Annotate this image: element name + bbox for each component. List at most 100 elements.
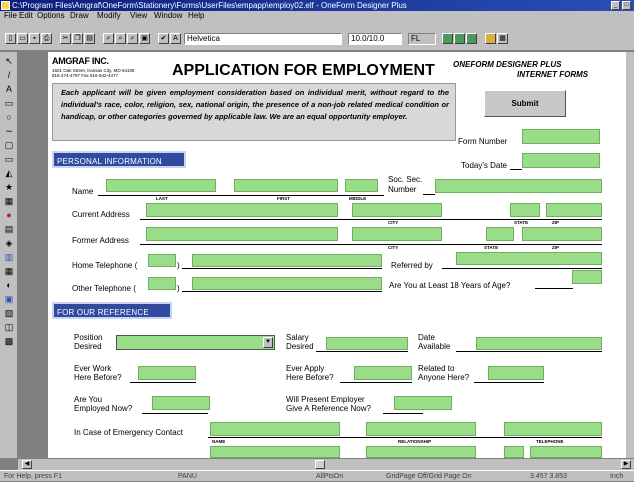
minimize-button[interactable]: _ bbox=[611, 1, 620, 10]
zoom-in-icon[interactable]: ⌕ bbox=[103, 33, 114, 44]
menu-file[interactable]: File bbox=[4, 11, 17, 21]
employed-field[interactable] bbox=[152, 396, 210, 410]
emergency-relationship-field[interactable] bbox=[366, 422, 476, 436]
rounded-rect-tool-icon[interactable]: ▢ bbox=[2, 138, 16, 152]
current-state-field[interactable] bbox=[510, 203, 540, 217]
open-folder-icon[interactable]: ▭ bbox=[17, 33, 28, 44]
menu-view[interactable]: View bbox=[130, 11, 147, 21]
scroll-right-arrow-icon[interactable]: ▶ bbox=[621, 460, 631, 469]
cut-icon[interactable]: ✂ bbox=[60, 33, 71, 44]
curve-tool-icon[interactable]: ∼ bbox=[2, 124, 16, 138]
bars-icon[interactable] bbox=[485, 33, 496, 44]
submit-button[interactable]: Submit bbox=[484, 90, 566, 117]
pattern-tool-icon[interactable]: ▧ bbox=[2, 306, 16, 320]
layer-tool-icon[interactable]: ◫ bbox=[2, 320, 16, 334]
spell-check-icon[interactable]: ✔ bbox=[158, 33, 169, 44]
date-available-field[interactable] bbox=[476, 337, 602, 350]
menu-modify[interactable]: Modify bbox=[97, 11, 121, 21]
menu-draw[interactable]: Draw bbox=[70, 11, 89, 21]
frame-tool-icon[interactable]: ▭ bbox=[2, 152, 16, 166]
present-employer-field[interactable] bbox=[394, 396, 452, 410]
maximize-button[interactable]: □ bbox=[622, 1, 631, 10]
middle-caption: MIDDLE bbox=[349, 196, 367, 201]
shape-tool-icon[interactable]: ◈ bbox=[2, 236, 16, 250]
first-name-field[interactable] bbox=[234, 179, 338, 192]
grid-icon[interactable]: ▦ bbox=[497, 33, 508, 44]
ssn-field[interactable] bbox=[435, 179, 602, 193]
home-telephone-field[interactable] bbox=[192, 254, 382, 267]
font-name-field[interactable]: Helvetica bbox=[184, 33, 342, 45]
star-tool-icon[interactable]: ★ bbox=[2, 180, 16, 194]
todays-date-field[interactable] bbox=[522, 153, 600, 168]
home-area-code-field[interactable] bbox=[148, 254, 176, 267]
salary-field[interactable] bbox=[326, 337, 408, 350]
emergency-contact-label: In Case of Emergency Contact bbox=[74, 428, 183, 437]
former-state-field[interactable] bbox=[486, 227, 514, 241]
select-tool-icon[interactable]: ↖ bbox=[2, 54, 16, 68]
form-number-field[interactable] bbox=[522, 129, 600, 144]
other-telephone-field[interactable] bbox=[192, 277, 382, 290]
referred-by-field[interactable] bbox=[456, 252, 602, 265]
paste-icon[interactable]: ▤ bbox=[84, 33, 95, 44]
polygon-tool-icon[interactable]: ◭ bbox=[2, 166, 16, 180]
last-name-field[interactable] bbox=[106, 179, 216, 192]
text-tool-icon[interactable]: A bbox=[170, 33, 181, 44]
list-tool-icon[interactable]: ▥ bbox=[2, 250, 16, 264]
ellipse-tool-icon[interactable]: ○ bbox=[2, 110, 16, 124]
middle-name-field[interactable] bbox=[345, 179, 378, 192]
current-street-field[interactable] bbox=[146, 203, 338, 217]
save-icon[interactable]: ▪ bbox=[29, 33, 40, 44]
align-left-icon[interactable] bbox=[442, 33, 453, 44]
alignment-field[interactable]: FL bbox=[408, 33, 436, 45]
scroll-left-arrow-icon[interactable]: ◀ bbox=[22, 460, 32, 469]
former-zip-field[interactable] bbox=[522, 227, 602, 241]
zoom-out-icon[interactable]: ⌕ bbox=[115, 33, 126, 44]
new-document-icon[interactable]: ▯ bbox=[5, 33, 16, 44]
align-right-icon[interactable] bbox=[466, 33, 477, 44]
related-field[interactable] bbox=[488, 366, 544, 380]
other-area-code-field[interactable] bbox=[148, 277, 176, 290]
table-tool-icon[interactable]: ▦ bbox=[2, 194, 16, 208]
print-icon[interactable]: ⎙ bbox=[41, 33, 52, 44]
ever-apply-field[interactable] bbox=[354, 366, 412, 380]
radio-tool-icon[interactable]: ● bbox=[2, 208, 16, 222]
menu-edit[interactable]: Edit bbox=[19, 11, 33, 21]
current-city-field[interactable] bbox=[352, 203, 442, 217]
text-tool-icon[interactable]: A bbox=[2, 82, 16, 96]
horizontal-scrollbar[interactable]: ◀ ▶ bbox=[18, 458, 634, 470]
position-select[interactable]: ▼ bbox=[116, 335, 275, 350]
menu-help[interactable]: Help bbox=[188, 11, 204, 21]
app-icon[interactable] bbox=[1, 1, 10, 10]
todays-date-underline bbox=[510, 169, 522, 170]
menu-window[interactable]: Window bbox=[154, 11, 182, 21]
zoom-fit-icon[interactable]: ▣ bbox=[139, 33, 150, 44]
field-tool-icon[interactable]: ▦ bbox=[2, 264, 16, 278]
barcode-tool-icon[interactable]: ▤ bbox=[2, 222, 16, 236]
vertical-scrollbar[interactable] bbox=[626, 52, 634, 458]
chevron-down-icon[interactable]: ▼ bbox=[263, 337, 273, 348]
zoom-page-icon[interactable]: ⌕ bbox=[127, 33, 138, 44]
emergency-telephone-field-2[interactable] bbox=[530, 446, 602, 458]
ever-work-field[interactable] bbox=[138, 366, 196, 380]
emergency-name-field[interactable] bbox=[210, 422, 340, 436]
rectangle-tool-icon[interactable]: ▭ bbox=[2, 96, 16, 110]
age-field[interactable] bbox=[572, 270, 602, 284]
emergency-relationship-field-2[interactable] bbox=[366, 446, 476, 458]
line-tool-icon[interactable]: / bbox=[2, 68, 16, 82]
former-city-field[interactable] bbox=[352, 227, 442, 241]
align-center-icon[interactable] bbox=[454, 33, 465, 44]
group-tool-icon[interactable]: ◐ bbox=[2, 278, 16, 292]
copy-icon[interactable]: ❐ bbox=[72, 33, 83, 44]
horizontal-scroll-thumb[interactable] bbox=[315, 460, 325, 469]
emergency-area-code-field-2[interactable] bbox=[504, 446, 524, 458]
image-tool-icon[interactable]: ▣ bbox=[2, 292, 16, 306]
ever-apply-underline bbox=[340, 382, 412, 383]
emergency-name-field-2[interactable] bbox=[210, 446, 340, 458]
current-zip-field[interactable] bbox=[546, 203, 602, 217]
emergency-telephone-field[interactable] bbox=[504, 422, 602, 436]
present-employer-underline bbox=[383, 413, 423, 414]
font-size-field[interactable]: 10.0/10.0 bbox=[348, 33, 402, 45]
calc-tool-icon[interactable]: ▩ bbox=[2, 334, 16, 348]
former-street-field[interactable] bbox=[146, 227, 338, 241]
menu-options[interactable]: Options bbox=[37, 11, 65, 21]
